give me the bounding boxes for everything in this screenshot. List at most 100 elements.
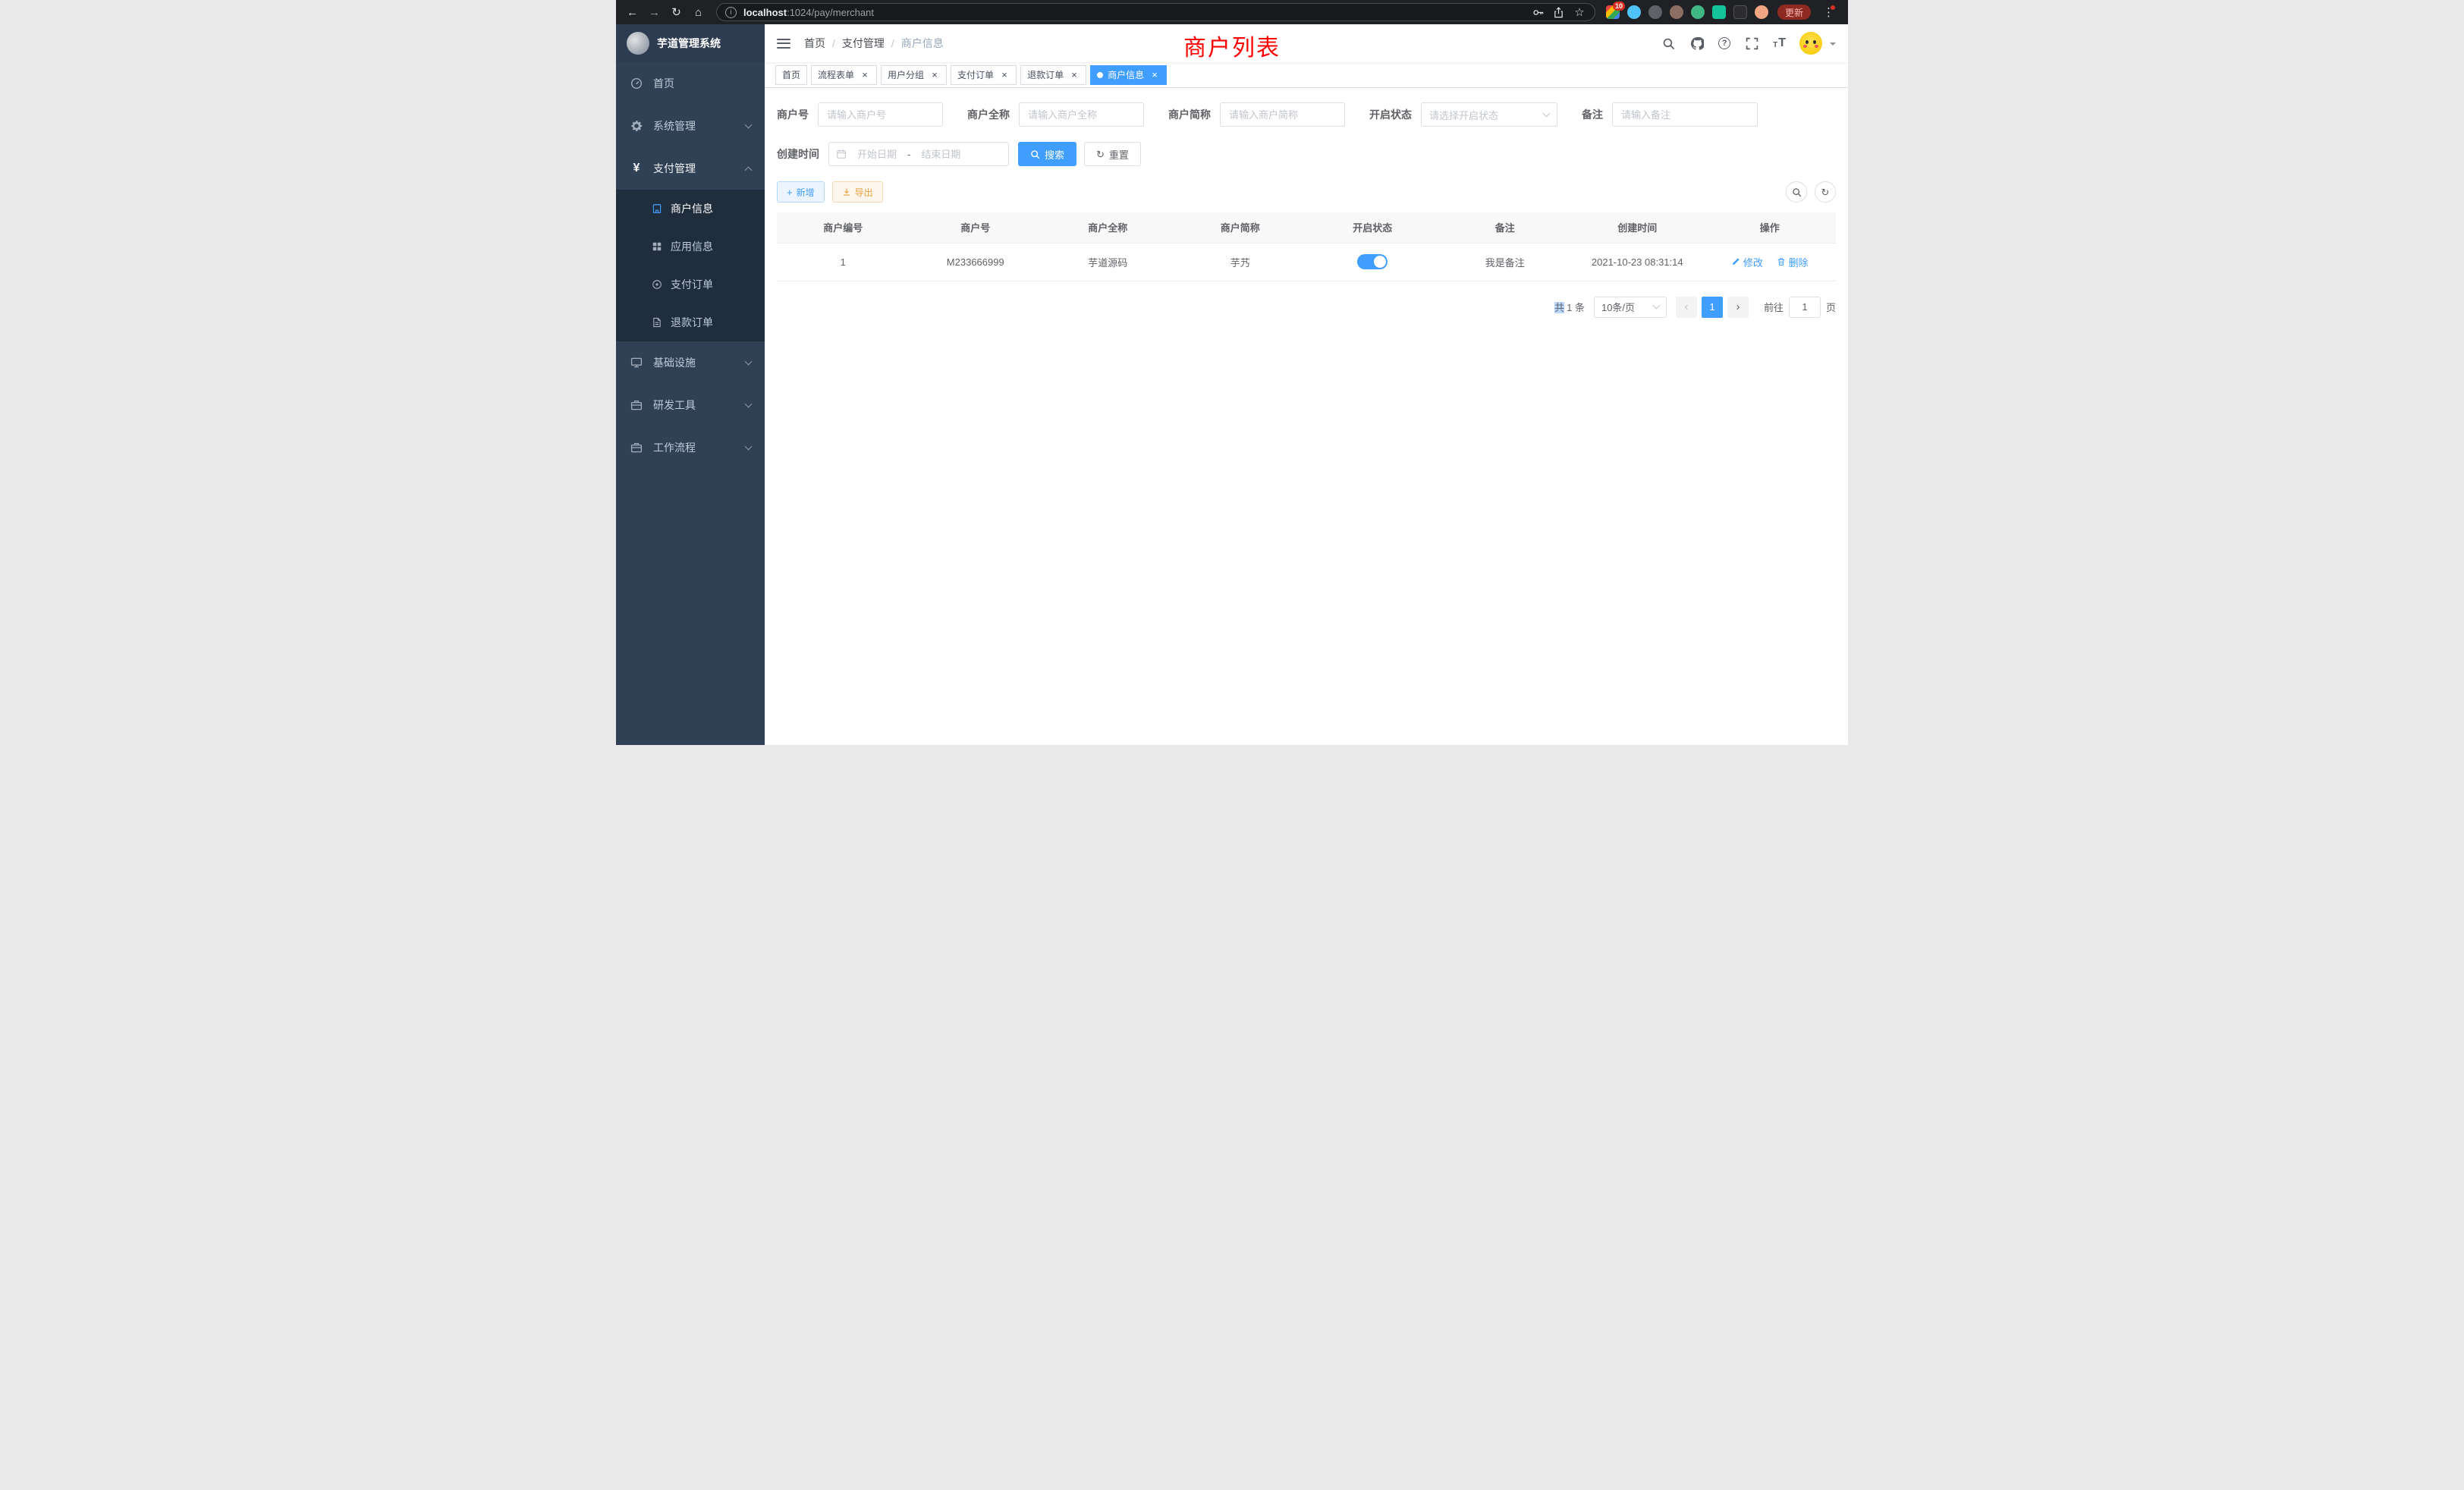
- yen-icon: ¥: [630, 162, 643, 175]
- search-button[interactable]: 搜索: [1018, 142, 1076, 166]
- cell-status: [1306, 243, 1439, 281]
- extension-icon-4[interactable]: [1670, 5, 1683, 19]
- chevron-down-icon: [745, 401, 753, 408]
- cell-actions: 修改 删除: [1704, 243, 1837, 281]
- monitor-icon: [630, 357, 643, 369]
- sidebar-item-label: 研发工具: [653, 398, 696, 413]
- extension-icon-7[interactable]: [1733, 5, 1747, 19]
- create-time-range[interactable]: -: [828, 142, 1009, 166]
- breadcrumb-payment[interactable]: 支付管理: [842, 36, 885, 51]
- browser-menu-icon[interactable]: ⋮: [1818, 2, 1839, 23]
- font-size-icon[interactable]: TT: [1773, 36, 1786, 50]
- full-name-input[interactable]: [1019, 102, 1144, 127]
- sidebar-item-label: 基础设施: [653, 355, 696, 370]
- tab-close-icon[interactable]: ×: [929, 70, 940, 80]
- sidebar-item-system[interactable]: 系统管理: [616, 105, 765, 147]
- sidebar-item-merchant-info[interactable]: 商户信息: [616, 190, 765, 228]
- col-full-name: 商户全称: [1042, 212, 1174, 243]
- status-select[interactable]: 请选择开启状态: [1421, 102, 1557, 127]
- col-actions: 操作: [1704, 212, 1837, 243]
- share-icon[interactable]: [1552, 5, 1566, 19]
- sidebar-item-label: 系统管理: [653, 118, 696, 134]
- sidebar-item-workflow[interactable]: 工作流程: [616, 426, 765, 469]
- sidebar-item-app-info[interactable]: 应用信息: [616, 228, 765, 266]
- reset-button[interactable]: ↻ 重置: [1084, 142, 1141, 166]
- merchant-no-label: 商户号: [777, 107, 809, 122]
- bookmark-star-icon[interactable]: ☆: [1573, 5, 1586, 19]
- merchant-table: 商户编号 商户号 商户全称 商户简称 开启状态 备注 创建时间 操作 1 M23…: [777, 212, 1836, 281]
- tab-refund-order[interactable]: 退款订单×: [1020, 65, 1086, 85]
- github-icon[interactable]: [1689, 36, 1705, 51]
- home-button[interactable]: ⌂: [688, 2, 709, 23]
- forward-button[interactable]: →: [644, 2, 665, 23]
- chevron-down-icon: [745, 443, 753, 451]
- export-button[interactable]: 导出: [832, 181, 883, 203]
- avatar[interactable]: [1799, 32, 1822, 55]
- date-separator: -: [907, 149, 910, 160]
- toggle-search-button[interactable]: [1786, 181, 1807, 203]
- reload-button[interactable]: ↻: [666, 2, 687, 23]
- start-date-input[interactable]: [850, 149, 904, 160]
- tab-process-form[interactable]: 流程表单×: [811, 65, 877, 85]
- sidebar-collapse-icon[interactable]: [777, 39, 790, 49]
- extension-icon-8[interactable]: [1755, 5, 1768, 19]
- sidebar-item-infrastructure[interactable]: 基础设施: [616, 341, 765, 384]
- password-key-icon[interactable]: [1532, 5, 1545, 19]
- remark-input[interactable]: [1612, 102, 1758, 127]
- delete-link[interactable]: 删除: [1777, 255, 1809, 269]
- sidebar-item-pay-order[interactable]: 支付订单: [616, 266, 765, 303]
- browser-update-button[interactable]: 更新: [1777, 5, 1811, 20]
- refresh-table-button[interactable]: ↻: [1815, 181, 1836, 203]
- tab-close-icon[interactable]: ×: [1149, 70, 1160, 80]
- sidebar-item-dev-tools[interactable]: 研发工具: [616, 384, 765, 426]
- fullscreen-icon[interactable]: [1744, 36, 1759, 51]
- sidebar-item-refund-order[interactable]: 退款订单: [616, 303, 765, 341]
- edit-link[interactable]: 修改: [1731, 255, 1763, 269]
- shop-icon: [651, 203, 663, 214]
- extension-icon-3[interactable]: [1648, 5, 1662, 19]
- extension-icon-5[interactable]: [1691, 5, 1705, 19]
- end-date-input[interactable]: [913, 149, 968, 160]
- cell-full-name: 芋道源码: [1042, 243, 1174, 281]
- sidebar-item-label: 首页: [653, 76, 674, 91]
- site-info-icon[interactable]: i: [725, 7, 737, 18]
- short-name-input[interactable]: [1220, 102, 1345, 127]
- grid-icon: [651, 241, 663, 252]
- chevron-up-icon: [745, 166, 753, 174]
- add-button[interactable]: + 新增: [777, 181, 825, 203]
- back-button[interactable]: ←: [622, 2, 643, 23]
- tab-home[interactable]: 首页: [775, 65, 807, 85]
- current-page-button[interactable]: 1: [1702, 297, 1723, 318]
- refresh-icon: ↻: [1096, 149, 1105, 159]
- tab-user-group[interactable]: 用户分组×: [881, 65, 947, 85]
- tab-close-icon[interactable]: ×: [999, 70, 1010, 80]
- app-logo: [627, 32, 649, 55]
- tab-merchant-info[interactable]: 商户信息×: [1090, 65, 1167, 85]
- tab-close-icon[interactable]: ×: [860, 70, 870, 80]
- extension-icon-2[interactable]: [1627, 5, 1641, 19]
- sidebar-item-home[interactable]: 首页: [616, 62, 765, 105]
- prev-page-button[interactable]: ‹: [1676, 297, 1697, 318]
- search-icon[interactable]: [1661, 36, 1676, 51]
- address-bar[interactable]: i localhost:1024/pay/merchant ☆: [716, 3, 1595, 21]
- breadcrumb-separator: /: [832, 37, 835, 49]
- extension-icon-1[interactable]: 10: [1606, 5, 1620, 19]
- page-size-select[interactable]: 10条/页: [1594, 297, 1667, 318]
- tab-pay-order[interactable]: 支付订单×: [951, 65, 1017, 85]
- avatar-caret-icon[interactable]: [1830, 42, 1836, 49]
- sidebar-item-label: 支付订单: [671, 277, 713, 292]
- help-icon[interactable]: ?: [1718, 37, 1730, 49]
- merchant-no-input[interactable]: [818, 102, 943, 127]
- extension-icon-6[interactable]: [1712, 5, 1726, 19]
- next-page-button[interactable]: ›: [1727, 297, 1749, 318]
- payment-submenu: 商户信息 应用信息 支付订单: [616, 190, 765, 341]
- col-short-name: 商户简称: [1174, 212, 1307, 243]
- search-form: 商户号 商户全称 商户简称 开启状态 请选择开启状态: [765, 88, 1848, 166]
- breadcrumb-home[interactable]: 首页: [804, 36, 825, 51]
- sidebar-item-payment[interactable]: ¥ 支付管理: [616, 147, 765, 190]
- status-toggle[interactable]: [1357, 254, 1388, 269]
- goto-page-input[interactable]: [1789, 297, 1821, 318]
- app-logo-area[interactable]: 芋道管理系统: [616, 24, 765, 62]
- sidebar-item-label: 商户信息: [671, 201, 713, 216]
- tab-close-icon[interactable]: ×: [1069, 70, 1080, 80]
